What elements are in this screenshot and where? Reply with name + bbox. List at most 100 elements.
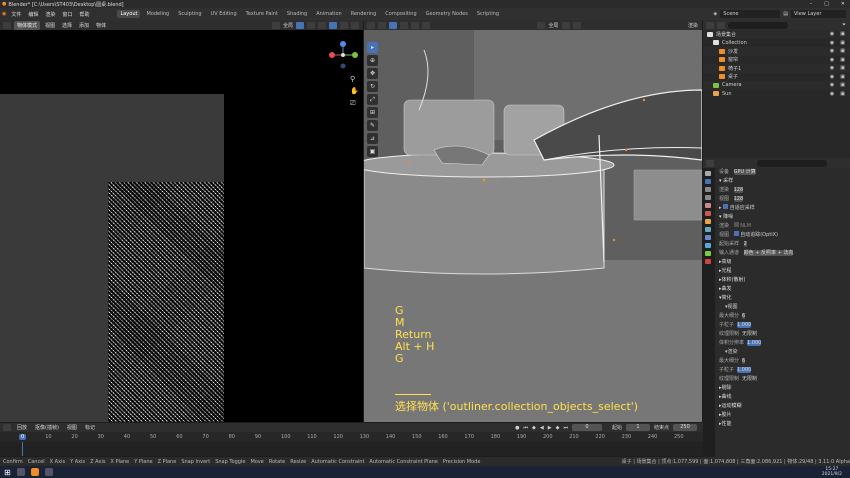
section-advanced[interactable]: ▸高级 (715, 258, 850, 267)
physics-tab-icon[interactable] (705, 243, 711, 248)
tab-layout[interactable]: Layout (117, 10, 141, 18)
render-camera-icon[interactable]: ▣ (840, 31, 845, 37)
max-subdiv-field[interactable]: 6 (742, 313, 746, 319)
menu-object[interactable]: 物体 (94, 22, 108, 29)
tab-sculpting[interactable]: Sculpting (175, 10, 204, 18)
outliner-item[interactable]: Sun ◉ ▣ (703, 90, 850, 99)
menu-render[interactable]: 渲染 (43, 11, 57, 18)
section-performance[interactable]: ▸性能 (715, 420, 850, 429)
section-sampling[interactable]: ▾ 采样 (715, 177, 850, 186)
viewport-orientation[interactable]: 全局 (548, 22, 558, 29)
snap-icon[interactable] (296, 21, 304, 29)
select-box-icon[interactable] (389, 21, 397, 29)
volume-resolution-field[interactable]: 1.000 (747, 340, 762, 346)
browser-taskbar-icon[interactable] (44, 468, 53, 476)
input-passes-dropdown[interactable]: 颜色 + 反照率 + 法向 (743, 250, 794, 256)
render-camera-icon[interactable]: ▣ (840, 65, 845, 71)
select-box-tool-icon[interactable]: ▸ (367, 42, 378, 53)
visibility-eye-icon[interactable]: ◉ (830, 65, 834, 71)
outliner-item[interactable]: 沙发 ◉ ▣ (703, 47, 850, 56)
overlay-icon[interactable] (318, 21, 326, 29)
select-extend-icon[interactable] (400, 21, 408, 29)
tab-shading[interactable]: Shading (284, 10, 310, 18)
section-light-paths[interactable]: ▸光程 (715, 267, 850, 276)
texture-limit-dropdown[interactable]: 无限制 (742, 331, 757, 337)
shading-material-icon[interactable] (340, 21, 348, 29)
snapping-icon[interactable] (572, 21, 581, 29)
scene-selector[interactable]: Scene (720, 10, 781, 18)
minimize-button[interactable]: – (805, 1, 818, 7)
maximize-button[interactable]: □ (819, 1, 834, 7)
current-frame-field[interactable]: 0 (571, 424, 602, 431)
subsection-viewport[interactable]: ▾视图 (715, 303, 850, 312)
menu-playback[interactable]: 回放 (15, 424, 29, 431)
render-texture-limit-dropdown[interactable]: 无限制 (742, 376, 757, 382)
render-tab-icon[interactable] (705, 179, 711, 184)
outliner-item[interactable]: 窗帘 ◉ ▣ (703, 56, 850, 65)
shading-rendered-icon[interactable] (351, 21, 359, 29)
pivot-icon[interactable] (561, 21, 570, 29)
visibility-eye-icon[interactable]: ◉ (830, 48, 834, 54)
zoom-icon[interactable]: ⚲ (350, 75, 359, 83)
start-sample-field[interactable]: 2 (743, 241, 747, 247)
tab-scripting[interactable]: Scripting (474, 10, 502, 18)
checkbox[interactable] (733, 231, 739, 236)
rotate-tool-icon[interactable]: ↻ (367, 81, 378, 92)
cursor-tool-icon[interactable]: ⊕ (367, 55, 378, 66)
blender-taskbar-icon[interactable] (30, 468, 39, 476)
outliner-item[interactable]: Collection ◉ ▣ (703, 39, 850, 48)
tool-tab-icon[interactable] (705, 171, 711, 176)
data-tab-icon[interactable] (705, 251, 711, 256)
section-hair[interactable]: ▸曲发 (715, 285, 850, 294)
checkbox[interactable] (733, 222, 739, 227)
visibility-eye-icon[interactable]: ◉ (830, 57, 834, 63)
section-volumes[interactable]: ▸体积(散射) (715, 276, 850, 285)
scale-tool-icon[interactable]: ⤢ (367, 94, 378, 105)
checkbox[interactable] (723, 204, 729, 209)
menu-keying[interactable]: 抠像(插帧) (33, 424, 61, 431)
task-view-icon[interactable] (16, 468, 25, 476)
section-film[interactable]: ▸胶片 (715, 411, 850, 420)
subsection-render[interactable]: ▾渲染 (715, 348, 850, 357)
editor-type-icon[interactable] (367, 21, 375, 29)
menu-marker[interactable]: 标记 (83, 424, 97, 431)
menu-select[interactable]: 选择 (60, 22, 74, 29)
render-camera-icon[interactable]: ▣ (840, 40, 845, 46)
outliner-item[interactable]: 桌子 ◉ ▣ (703, 73, 850, 82)
child-particles-field[interactable]: 1.000 (737, 322, 752, 328)
editor-type-icon[interactable] (3, 424, 11, 431)
editor-type-icon[interactable] (3, 21, 11, 29)
section-denoise[interactable]: ▾ 降噪 (715, 213, 850, 222)
view-layer-selector[interactable]: View Layer (791, 10, 846, 18)
windows-start-icon[interactable]: ⊞ (4, 468, 11, 477)
menu-add[interactable]: 添加 (77, 22, 91, 29)
tab-rendering[interactable]: Rendering (348, 10, 380, 18)
measure-tool-icon[interactable]: ⊿ (367, 133, 378, 144)
section-curves[interactable]: ▸曲线 (715, 393, 850, 402)
navigation-gizmo[interactable] (328, 40, 358, 70)
close-button[interactable]: ✕ (836, 1, 850, 7)
transform-orientation-icon[interactable] (271, 21, 280, 29)
prev-key-icon[interactable]: ◆ (532, 425, 536, 431)
play-icon[interactable]: ▶ (548, 425, 552, 431)
outliner-search-field[interactable] (728, 21, 788, 29)
denoiser-option[interactable]: 自动追踪(OptiX) (740, 232, 778, 238)
section-culling[interactable]: ▸剔除 (715, 384, 850, 393)
tab-modeling[interactable]: Modeling (143, 10, 172, 18)
render-max-subdiv-field[interactable]: 6 (742, 358, 746, 364)
device-dropdown[interactable]: GPU 计算 (733, 169, 756, 175)
menu-edit[interactable]: 编辑 (26, 11, 40, 18)
end-frame-field[interactable]: 250 (673, 424, 697, 431)
material-tab-icon[interactable] (705, 259, 711, 264)
render-camera-icon[interactable]: ▣ (840, 91, 845, 97)
adaptive-sampling-row[interactable]: ▸ 自适应采样 (715, 204, 850, 213)
pan-hand-icon[interactable]: ✋ (350, 87, 359, 95)
tab-uv-editing[interactable]: UV Editing (208, 10, 240, 18)
visibility-eye-icon[interactable]: ◉ (830, 74, 834, 80)
orientation-icon[interactable] (537, 21, 546, 29)
outliner-item[interactable]: Camera ◉ ▣ (703, 81, 850, 90)
render-camera-icon[interactable]: ▣ (840, 82, 845, 88)
visibility-eye-icon[interactable]: ◉ (830, 82, 834, 88)
shading-solid-icon[interactable] (329, 21, 337, 29)
tab-animation[interactable]: Animation (313, 10, 345, 18)
